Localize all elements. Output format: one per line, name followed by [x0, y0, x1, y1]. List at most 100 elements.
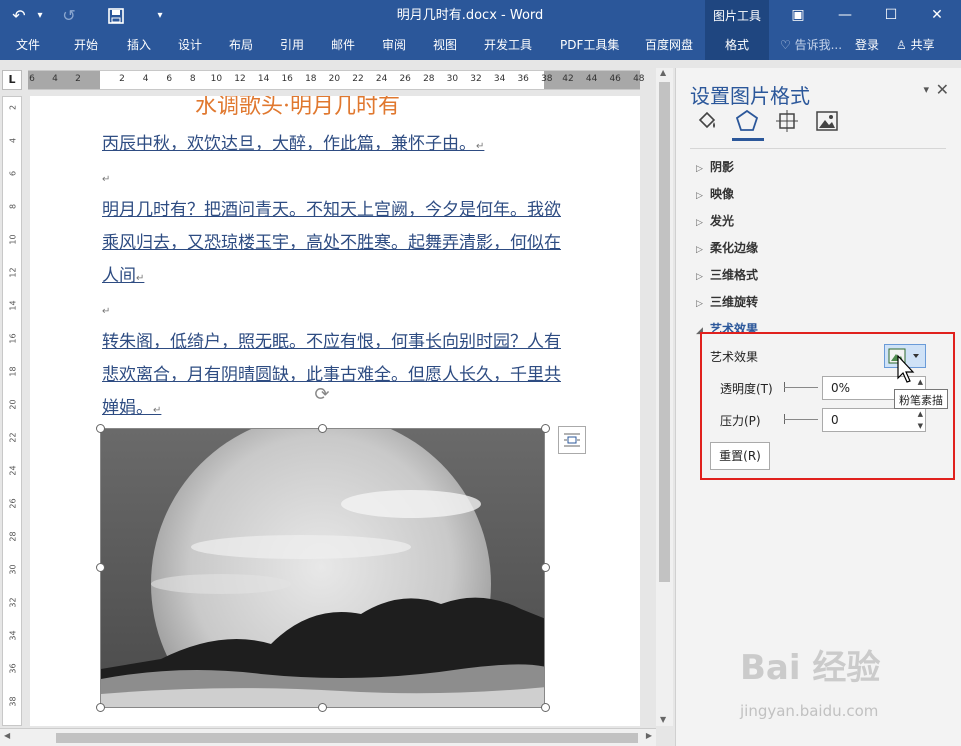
undo-dropdown-icon[interactable]: ▾	[34, 4, 46, 28]
ruler-number: 38	[8, 696, 18, 707]
tab-home[interactable]: 开始	[74, 32, 98, 60]
mouse-cursor-icon	[897, 354, 915, 383]
ruler-number: 34	[8, 630, 18, 641]
resize-handle-bottom-right[interactable]	[541, 703, 550, 712]
resize-handle-top-right[interactable]	[541, 424, 550, 433]
tab-layout[interactable]: 布局	[229, 32, 253, 60]
ruler-number: 14	[257, 74, 270, 84]
scroll-right-arrow-icon[interactable]: ▶	[646, 731, 652, 740]
paragraph-mark: ↵	[102, 306, 111, 317]
tab-review[interactable]: 审阅	[382, 32, 406, 60]
tab-view[interactable]: 视图	[433, 32, 457, 60]
horizontal-scrollbar[interactable]: ◀ ▶	[0, 728, 656, 746]
ruler-number: 30	[8, 564, 18, 575]
resize-handle-top[interactable]	[318, 424, 327, 433]
effects-icon[interactable]	[734, 108, 760, 134]
ruler-number: 4	[8, 137, 18, 144]
redo-icon[interactable]: ↺	[58, 4, 80, 28]
layout-options-button[interactable]	[558, 426, 586, 454]
section-shadow[interactable]: ▷ 阴影	[696, 158, 734, 175]
tell-me-search[interactable]: ♡ 告诉我...	[780, 32, 842, 60]
section-3d-format[interactable]: ▷ 三维格式	[696, 266, 758, 283]
horizontal-scroll-thumb[interactable]	[56, 733, 638, 743]
pane-options-icon[interactable]: ▾	[923, 83, 929, 96]
section-glow[interactable]: ▷ 发光	[696, 212, 734, 229]
tab-format[interactable]: 格式	[705, 32, 769, 60]
reset-button[interactable]: 重置(R)	[710, 442, 770, 470]
minimize-button[interactable]: —	[822, 0, 868, 32]
layout-size-icon[interactable]	[774, 108, 800, 134]
section-label: 三维旋转	[710, 295, 759, 309]
resize-handle-bottom-left[interactable]	[96, 703, 105, 712]
ruler-number: 36	[8, 663, 18, 674]
ruler-number: 8	[189, 74, 196, 84]
undo-icon[interactable]: ↶	[8, 4, 30, 28]
save-icon[interactable]	[104, 4, 128, 28]
title-bar: ↶ ▾ ↺ ▾ 明月几时有.docx - Word 图片工具 ▣ — ☐ ✕	[0, 0, 961, 32]
close-button[interactable]: ✕	[914, 0, 960, 32]
poem-title[interactable]: 水调歌头·明月几时有	[195, 96, 400, 120]
rotate-handle[interactable]: ⟳	[311, 384, 333, 406]
tab-developer[interactable]: 开发工具	[484, 32, 532, 60]
section-reflection[interactable]: ▷ 映像	[696, 185, 734, 202]
section-3d-rotation[interactable]: ▷ 三维旋转	[696, 293, 758, 310]
section-label: 阴影	[710, 160, 735, 174]
fill-line-icon[interactable]	[694, 108, 720, 134]
spin-down-icon[interactable]: ▼	[918, 422, 923, 430]
share-button[interactable]: ♙ 共享	[896, 32, 935, 60]
stanza-1-paragraph[interactable]: 明月几时有？把酒问青天。不知天上宫阙，今夕是何年。我欲乘风归去，又恐琼楼玉宇，高…	[102, 194, 562, 295]
chalk-sketch-picture[interactable]	[100, 428, 545, 708]
tab-references[interactable]: 引用	[280, 32, 304, 60]
resize-handle-bottom[interactable]	[318, 703, 327, 712]
ruler-number: 16	[281, 74, 293, 84]
pressure-value: 0	[831, 413, 839, 427]
scroll-down-arrow-icon[interactable]: ▼	[660, 715, 666, 724]
ruler-number: 18	[8, 366, 18, 377]
transparency-label: 透明度(T)	[720, 382, 773, 396]
baidu-jingyan-watermark: Bai 经验 jingyan.baidu.com	[740, 640, 940, 730]
stanza-2-paragraph[interactable]: 转朱阁，低绮户，照无眠。不应有恨，何事长向别时园？人有悲欢离合，月有阴晴圆缺，此…	[102, 326, 562, 427]
section-soft-edges[interactable]: ▷ 柔化边缘	[696, 239, 758, 256]
tab-design[interactable]: 设计	[178, 32, 202, 60]
maximize-button[interactable]: ☐	[868, 0, 914, 32]
tab-insert[interactable]: 插入	[127, 32, 151, 60]
document-title: 明月几时有.docx - Word	[396, 8, 544, 23]
tab-mailings[interactable]: 邮件	[331, 32, 355, 60]
spin-up-icon[interactable]: ▲	[918, 410, 923, 418]
expand-arrow-icon: ▷	[696, 299, 703, 309]
picture-icon[interactable]	[814, 108, 840, 134]
tab-selector[interactable]: L	[2, 70, 22, 90]
preface-paragraph[interactable]: 丙辰中秋，欢饮达旦，大醉，作此篇，兼怀子由。↵	[102, 128, 562, 163]
layout-options-icon	[564, 433, 580, 447]
spin-up-icon[interactable]: ▲	[918, 378, 923, 386]
transparency-slider-track[interactable]	[784, 387, 818, 388]
sign-in-link[interactable]: 登录	[855, 32, 879, 60]
scroll-up-arrow-icon[interactable]: ▲	[660, 68, 666, 77]
ruler-number: 10	[210, 74, 223, 84]
ruler-number: 2	[119, 74, 125, 84]
ribbon-display-options-button[interactable]: ▣	[775, 0, 821, 32]
pane-close-icon[interactable]: ✕	[936, 80, 949, 99]
document-page[interactable]: 水调歌头·明月几时有 丙辰中秋，欢饮达旦，大醉，作此篇，兼怀子由。↵ ↵ 明月几…	[30, 96, 640, 726]
vertical-scroll-thumb[interactable]	[659, 82, 670, 582]
scroll-left-arrow-icon[interactable]: ◀	[4, 731, 10, 740]
pressure-slider-track[interactable]	[784, 419, 818, 420]
ruler-number: 12	[234, 74, 246, 84]
vertical-scrollbar[interactable]: ▲ ▼	[656, 68, 673, 726]
paragraph-mark: ↵	[102, 174, 111, 185]
ruler-number: 4	[142, 74, 149, 84]
pressure-input[interactable]: 0 ▲ ▼	[822, 408, 926, 432]
resize-handle-left[interactable]	[96, 563, 105, 572]
ruler-number: 22	[8, 432, 18, 443]
ruler-number: 30	[446, 74, 459, 84]
resize-handle-right[interactable]	[541, 563, 550, 572]
customize-toolbar-icon[interactable]: ▾	[152, 4, 168, 28]
tab-baidu-netdisk[interactable]: 百度网盘	[645, 32, 693, 60]
expand-arrow-icon: ▷	[696, 272, 703, 282]
tab-pdf-tools[interactable]: PDF工具集	[560, 32, 619, 60]
ruler-number: 6	[8, 170, 18, 177]
resize-handle-top-left[interactable]	[96, 424, 105, 433]
vertical-ruler[interactable]: 2 4 6 8 10 12 14 16 18 20 22 24 26 28 30 32 34 36 38	[2, 96, 22, 726]
tab-file[interactable]: 文件	[16, 32, 40, 60]
horizontal-ruler[interactable]: 6 4 2 2 4 6 8 10 12 14 16 18 20 22 24 26 28 30 32 34 36 38 42 4…	[28, 70, 645, 90]
